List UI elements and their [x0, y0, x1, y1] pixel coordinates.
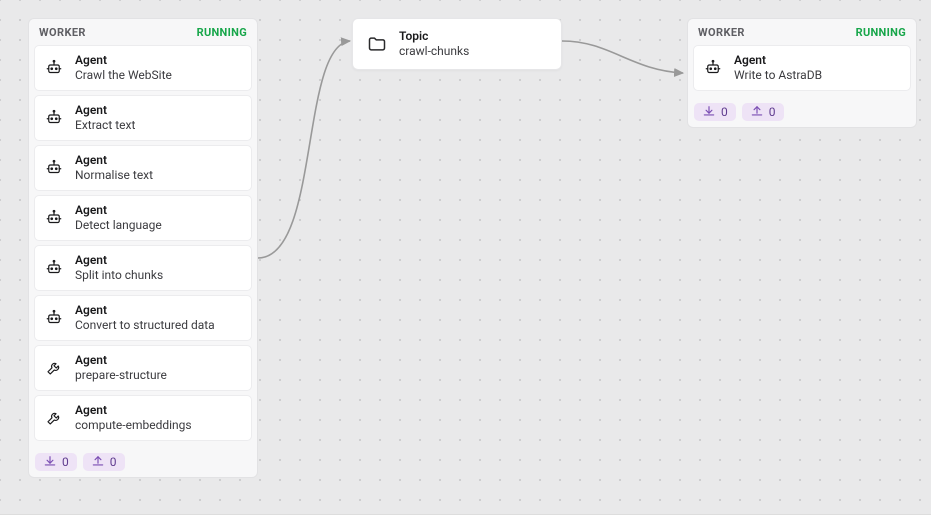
- agent-desc: Split into chunks: [75, 268, 163, 283]
- status-badge: RUNNING: [197, 26, 247, 39]
- worker-card-2[interactable]: WORKER RUNNING AgentWrite to AstraDB 0 0: [687, 18, 917, 128]
- agent-item[interactable]: AgentExtract text: [34, 95, 252, 141]
- agent-label: Agent: [75, 303, 215, 318]
- status-badge: RUNNING: [856, 26, 906, 39]
- output-count-pill[interactable]: 0: [742, 103, 784, 121]
- worker-header: WORKER RUNNING: [29, 19, 257, 45]
- io-row: 0 0: [29, 448, 257, 477]
- io-row: 0 0: [688, 98, 916, 127]
- agent-item[interactable]: AgentConvert to structured data: [34, 295, 252, 341]
- worker-header: WORKER RUNNING: [688, 19, 916, 45]
- output-count-pill[interactable]: 0: [83, 453, 125, 471]
- agent-desc: prepare-structure: [75, 368, 167, 383]
- topic-title: Topic: [399, 29, 469, 44]
- input-count-pill[interactable]: 0: [35, 453, 77, 471]
- robot-icon: [45, 109, 63, 127]
- agent-label: Agent: [75, 103, 135, 118]
- agent-desc: Write to AstraDB: [734, 68, 822, 83]
- agent-item[interactable]: Agentprepare-structure: [34, 345, 252, 391]
- agent-desc: Normalise text: [75, 168, 153, 183]
- input-count: 0: [721, 105, 728, 119]
- agent-item[interactable]: AgentSplit into chunks: [34, 245, 252, 291]
- agent-item[interactable]: Agentcompute-embeddings: [34, 395, 252, 441]
- agent-desc: compute-embeddings: [75, 418, 192, 433]
- agent-desc: Detect language: [75, 218, 162, 233]
- robot-icon: [45, 209, 63, 227]
- robot-icon: [45, 159, 63, 177]
- agent-label: Agent: [75, 53, 172, 68]
- topic-card[interactable]: Topic crawl-chunks: [352, 18, 562, 70]
- agent-label: Agent: [75, 403, 192, 418]
- agent-label: Agent: [75, 203, 162, 218]
- agent-label: Agent: [734, 53, 822, 68]
- agent-desc: Extract text: [75, 118, 135, 133]
- output-count: 0: [110, 455, 117, 469]
- folder-icon: [367, 34, 387, 54]
- topic-name: crawl-chunks: [399, 44, 469, 59]
- agent-item[interactable]: AgentNormalise text: [34, 145, 252, 191]
- input-count-pill[interactable]: 0: [694, 103, 736, 121]
- robot-icon: [45, 259, 63, 277]
- output-count: 0: [769, 105, 776, 119]
- worker-card-1[interactable]: WORKER RUNNING AgentCrawl the WebSiteAge…: [28, 18, 258, 478]
- agent-item[interactable]: AgentDetect language: [34, 195, 252, 241]
- agent-label: Agent: [75, 353, 167, 368]
- worker-title: WORKER: [698, 26, 745, 39]
- agent-label: Agent: [75, 253, 163, 268]
- agent-desc: Crawl the WebSite: [75, 68, 172, 83]
- wrench-icon: [45, 359, 63, 377]
- agent-desc: Convert to structured data: [75, 318, 215, 333]
- agent-item[interactable]: AgentWrite to AstraDB: [693, 45, 911, 91]
- wrench-icon: [45, 409, 63, 427]
- robot-icon: [45, 59, 63, 77]
- robot-icon: [704, 59, 722, 77]
- robot-icon: [45, 309, 63, 327]
- agent-item[interactable]: AgentCrawl the WebSite: [34, 45, 252, 91]
- agent-label: Agent: [75, 153, 153, 168]
- worker-title: WORKER: [39, 26, 86, 39]
- input-count: 0: [62, 455, 69, 469]
